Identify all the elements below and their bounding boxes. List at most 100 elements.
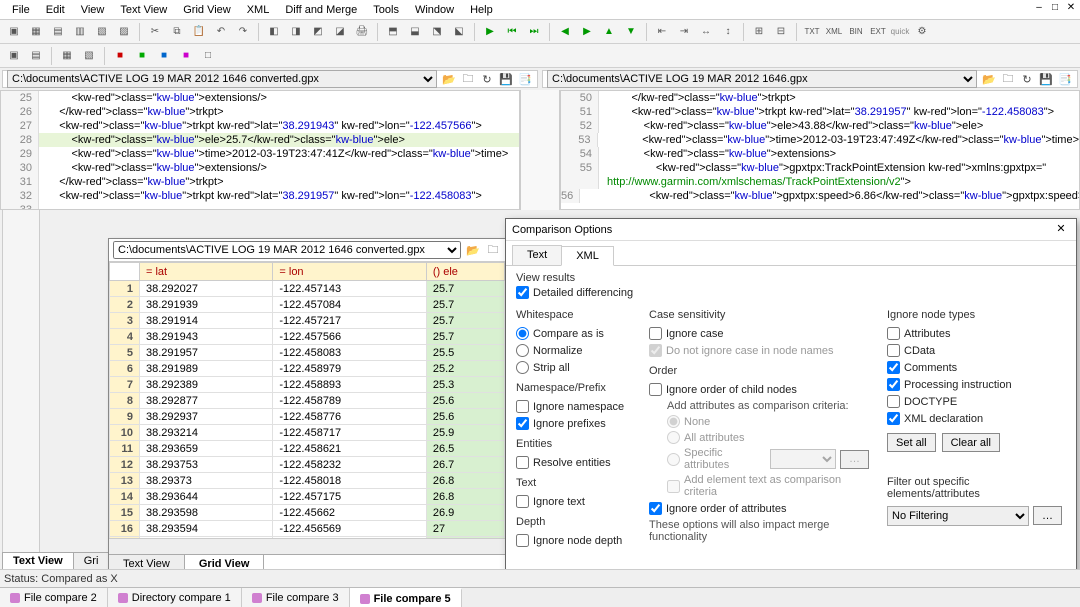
dialog-tab-xml[interactable]: XML xyxy=(561,246,614,266)
tb-icon[interactable]: ↔ xyxy=(696,22,716,42)
filter-select[interactable]: No Filtering xyxy=(887,506,1029,526)
table-row[interactable]: 138.292027-122.45714325.7 xyxy=(110,281,505,297)
table-row[interactable]: 1238.293753-122.45823226.7 xyxy=(110,457,505,473)
bin-icon[interactable]: BIN xyxy=(846,22,866,42)
menu-window[interactable]: Window xyxy=(407,2,462,18)
tb-icon[interactable]: ■ xyxy=(154,46,174,66)
tb-icon[interactable]: ■ xyxy=(110,46,130,66)
tab-gridview-left[interactable]: Gri xyxy=(74,553,110,569)
col-lon[interactable]: = lon xyxy=(273,263,426,281)
save-icon[interactable]: 💾 xyxy=(1038,71,1054,87)
tb-icon[interactable]: ⬓ xyxy=(405,22,425,42)
filter-more-btn[interactable]: … xyxy=(1033,506,1062,525)
open-icon[interactable]: 📂 xyxy=(441,71,457,87)
tb-icon[interactable]: ⬕ xyxy=(449,22,469,42)
table-row[interactable]: 1338.29373-122.45801826.8 xyxy=(110,473,505,489)
right-path-select[interactable]: C:\documents\ACTIVE LOG 19 MAR 2012 1646… xyxy=(547,70,977,88)
tb-icon[interactable]: ■ xyxy=(132,46,152,66)
table-row[interactable]: 738.292389-122.45889325.3 xyxy=(110,377,505,393)
chk-ign-child-order[interactable]: Ignore order of child nodes xyxy=(649,383,869,396)
saveas-icon[interactable]: 📑 xyxy=(1057,71,1073,87)
table-row[interactable]: 238.291939-122.45708425.7 xyxy=(110,297,505,313)
tb-icon[interactable]: ▲ xyxy=(599,22,619,42)
play-icon[interactable]: ▶ xyxy=(480,22,500,42)
dialog-close-icon[interactable]: ✕ xyxy=(1052,221,1070,239)
xml-icon[interactable]: XML xyxy=(824,22,844,42)
table-row[interactable]: 1638.293594-122.45656927 xyxy=(110,521,505,537)
chk-xmldecl[interactable]: XML declaration xyxy=(887,412,1062,425)
rad-normalize[interactable]: Normalize xyxy=(516,344,631,357)
tb-icon[interactable]: ▤ xyxy=(48,22,68,42)
tb-icon[interactable]: ↕ xyxy=(718,22,738,42)
menu-diff[interactable]: Diff and Merge xyxy=(277,2,365,18)
chk-cdata[interactable]: CData xyxy=(887,344,1062,357)
open-icon[interactable]: 📂 xyxy=(465,242,481,258)
tb-icon[interactable]: ⬒ xyxy=(383,22,403,42)
minimize-icon[interactable]: – xyxy=(1032,2,1046,16)
close-icon[interactable]: ✕ xyxy=(1064,2,1078,16)
browse-icon[interactable]: 🗀 xyxy=(460,71,476,87)
bottom-tab[interactable]: File compare 3 xyxy=(242,588,350,607)
btn-clear-all[interactable]: Clear all xyxy=(942,433,1000,452)
browse-icon[interactable]: 🗀 xyxy=(1000,71,1016,87)
table-row[interactable]: 338.291914-122.45721725.7 xyxy=(110,313,505,329)
save-icon[interactable]: 💾 xyxy=(498,71,514,87)
bottom-tab[interactable]: Directory compare 1 xyxy=(108,588,242,607)
maximize-icon[interactable]: □ xyxy=(1048,2,1062,16)
table-row[interactable]: 938.292937-122.45877625.6 xyxy=(110,409,505,425)
chk-ign-ns[interactable]: Ignore namespace xyxy=(516,400,631,413)
left-path-select[interactable]: C:\documents\ACTIVE LOG 19 MAR 2012 1646… xyxy=(7,70,437,88)
rad-compare-asis[interactable]: Compare as is xyxy=(516,327,631,340)
copy-icon[interactable]: ⧉ xyxy=(167,22,187,42)
tb-icon[interactable]: ▧ xyxy=(92,22,112,42)
right-editor[interactable]: 50 </kw-red">class="kw-blue">trkpt>51 <k… xyxy=(560,90,1080,210)
tb-icon[interactable]: ▤ xyxy=(26,46,46,66)
chk-ign-text[interactable]: Ignore text xyxy=(516,495,631,508)
tb-icon[interactable]: ⇥ xyxy=(674,22,694,42)
menu-view[interactable]: View xyxy=(73,2,113,18)
chk-ign-pre[interactable]: Ignore prefixes xyxy=(516,417,631,430)
tb-icon[interactable]: ◧ xyxy=(264,22,284,42)
quick-icon[interactable]: quick xyxy=(890,22,910,42)
tb-icon[interactable]: ▧ xyxy=(79,46,99,66)
refresh-icon[interactable]: ↻ xyxy=(1019,71,1035,87)
menu-tools[interactable]: Tools xyxy=(365,2,407,18)
tb-icon[interactable]: ⏮ xyxy=(502,22,522,42)
tb-icon[interactable]: ▶ xyxy=(577,22,597,42)
tab-textview-left[interactable]: Text View xyxy=(3,553,74,569)
menu-file[interactable]: File xyxy=(4,2,38,18)
table-row[interactable]: 1038.293214-122.45871725.9 xyxy=(110,425,505,441)
tb-icon[interactable]: ▼ xyxy=(621,22,641,42)
tb-icon[interactable]: ◩ xyxy=(308,22,328,42)
ext-icon[interactable]: EXT xyxy=(868,22,888,42)
txt-icon[interactable]: TXT xyxy=(802,22,822,42)
tb-icon[interactable]: ◀ xyxy=(555,22,575,42)
tb-icon[interactable]: ⊞ xyxy=(749,22,769,42)
tb-icon[interactable]: □ xyxy=(198,46,218,66)
menu-gridview[interactable]: Grid View xyxy=(175,2,238,18)
tb-icon[interactable]: ▣ xyxy=(4,22,24,42)
grid-table[interactable]: = lat = lon () ele 138.292027-122.457143… xyxy=(109,262,505,538)
tb-icon[interactable]: ⊟ xyxy=(771,22,791,42)
bottom-tab[interactable]: File compare 2 xyxy=(0,588,108,607)
browse-icon[interactable]: 🗀 xyxy=(485,242,501,258)
chk-attr[interactable]: Attributes xyxy=(887,327,1062,340)
tb-icon[interactable]: ⚙ xyxy=(912,22,932,42)
tb-icon[interactable]: ▣ xyxy=(4,46,24,66)
menu-edit[interactable]: Edit xyxy=(38,2,73,18)
tb-icon[interactable]: ◪ xyxy=(330,22,350,42)
tb-icon[interactable]: ⬔ xyxy=(427,22,447,42)
menu-xml[interactable]: XML xyxy=(239,2,278,18)
dialog-tab-text[interactable]: Text xyxy=(512,245,562,265)
tb-icon[interactable]: ▦ xyxy=(57,46,77,66)
menu-help[interactable]: Help xyxy=(462,2,501,18)
chk-detailed[interactable]: Detailed differencing xyxy=(516,286,1066,299)
chk-ign-attr-order[interactable]: Ignore order of attributes xyxy=(649,502,869,515)
cut-icon[interactable]: ✂ xyxy=(145,22,165,42)
table-row[interactable]: 838.292877-122.45878925.6 xyxy=(110,393,505,409)
h-scrollbar[interactable] xyxy=(109,538,505,554)
menu-textview[interactable]: Text View xyxy=(112,2,175,18)
rad-strip[interactable]: Strip all xyxy=(516,361,631,374)
table-row[interactable]: 438.291943-122.45756625.7 xyxy=(110,329,505,345)
paste-icon[interactable]: 📋 xyxy=(189,22,209,42)
